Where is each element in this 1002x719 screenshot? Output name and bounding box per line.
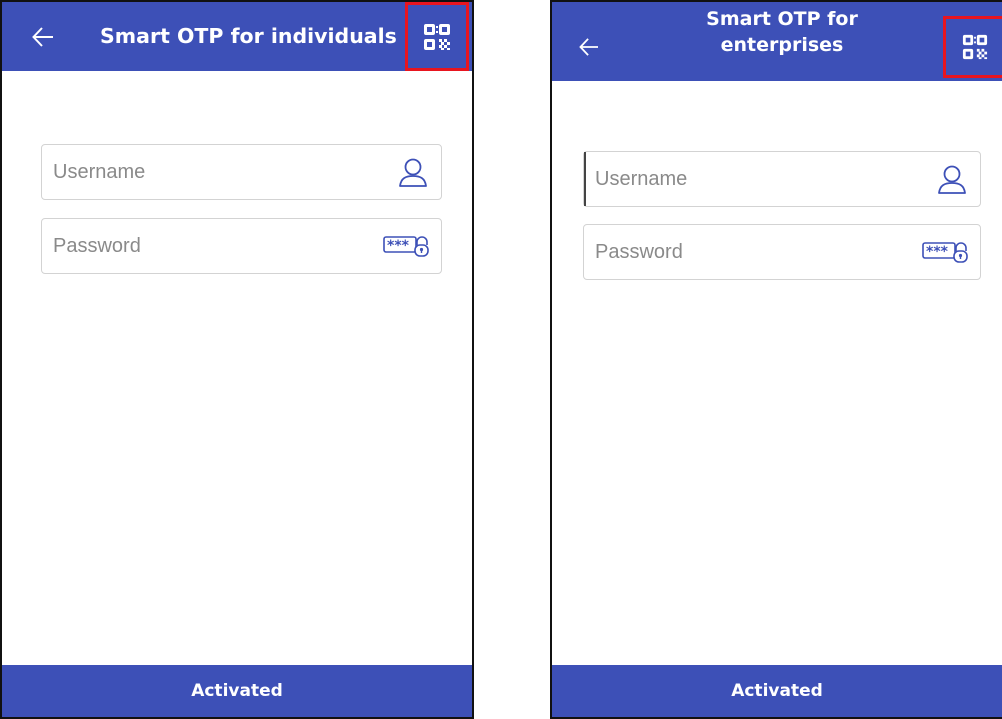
password-input[interactable] — [584, 225, 895, 279]
qr-code-icon — [424, 23, 450, 50]
password-field: *** — [583, 224, 981, 280]
app-header: Smart OTP for individuals — [2, 2, 472, 71]
username-field — [583, 151, 981, 207]
page-title: Smart OTP for enterprises — [706, 8, 858, 56]
svg-text:***: *** — [387, 238, 410, 254]
password-lock-icon: *** — [383, 233, 429, 259]
app-header: Smart OTP for enterprises — [552, 2, 1002, 81]
qr-scan-button[interactable] — [943, 16, 1002, 78]
phone-screen-individuals: Smart OTP for individuals Username *** A… — [0, 0, 474, 719]
phone-screen-enterprises: Smart OTP for enterprises Username *** A… — [550, 0, 1002, 719]
password-input[interactable] — [42, 219, 353, 273]
back-button[interactable] — [28, 22, 58, 52]
activated-button[interactable]: Activated — [2, 665, 472, 717]
password-lock-icon: *** — [922, 239, 968, 265]
arrow-left-icon — [579, 38, 598, 56]
password-field: *** — [41, 218, 442, 274]
qr-code-icon — [962, 34, 988, 60]
page-title: Smart OTP for individuals — [100, 24, 397, 48]
svg-text:***: *** — [926, 244, 949, 260]
username-input[interactable] — [584, 152, 895, 206]
activated-button[interactable]: Activated — [552, 665, 1002, 717]
qr-scan-button[interactable] — [405, 2, 469, 71]
back-button[interactable] — [574, 32, 604, 62]
user-icon — [397, 156, 429, 188]
username-input[interactable] — [42, 145, 353, 199]
arrow-left-icon — [32, 27, 53, 47]
username-field — [41, 144, 442, 200]
user-icon — [936, 163, 968, 195]
